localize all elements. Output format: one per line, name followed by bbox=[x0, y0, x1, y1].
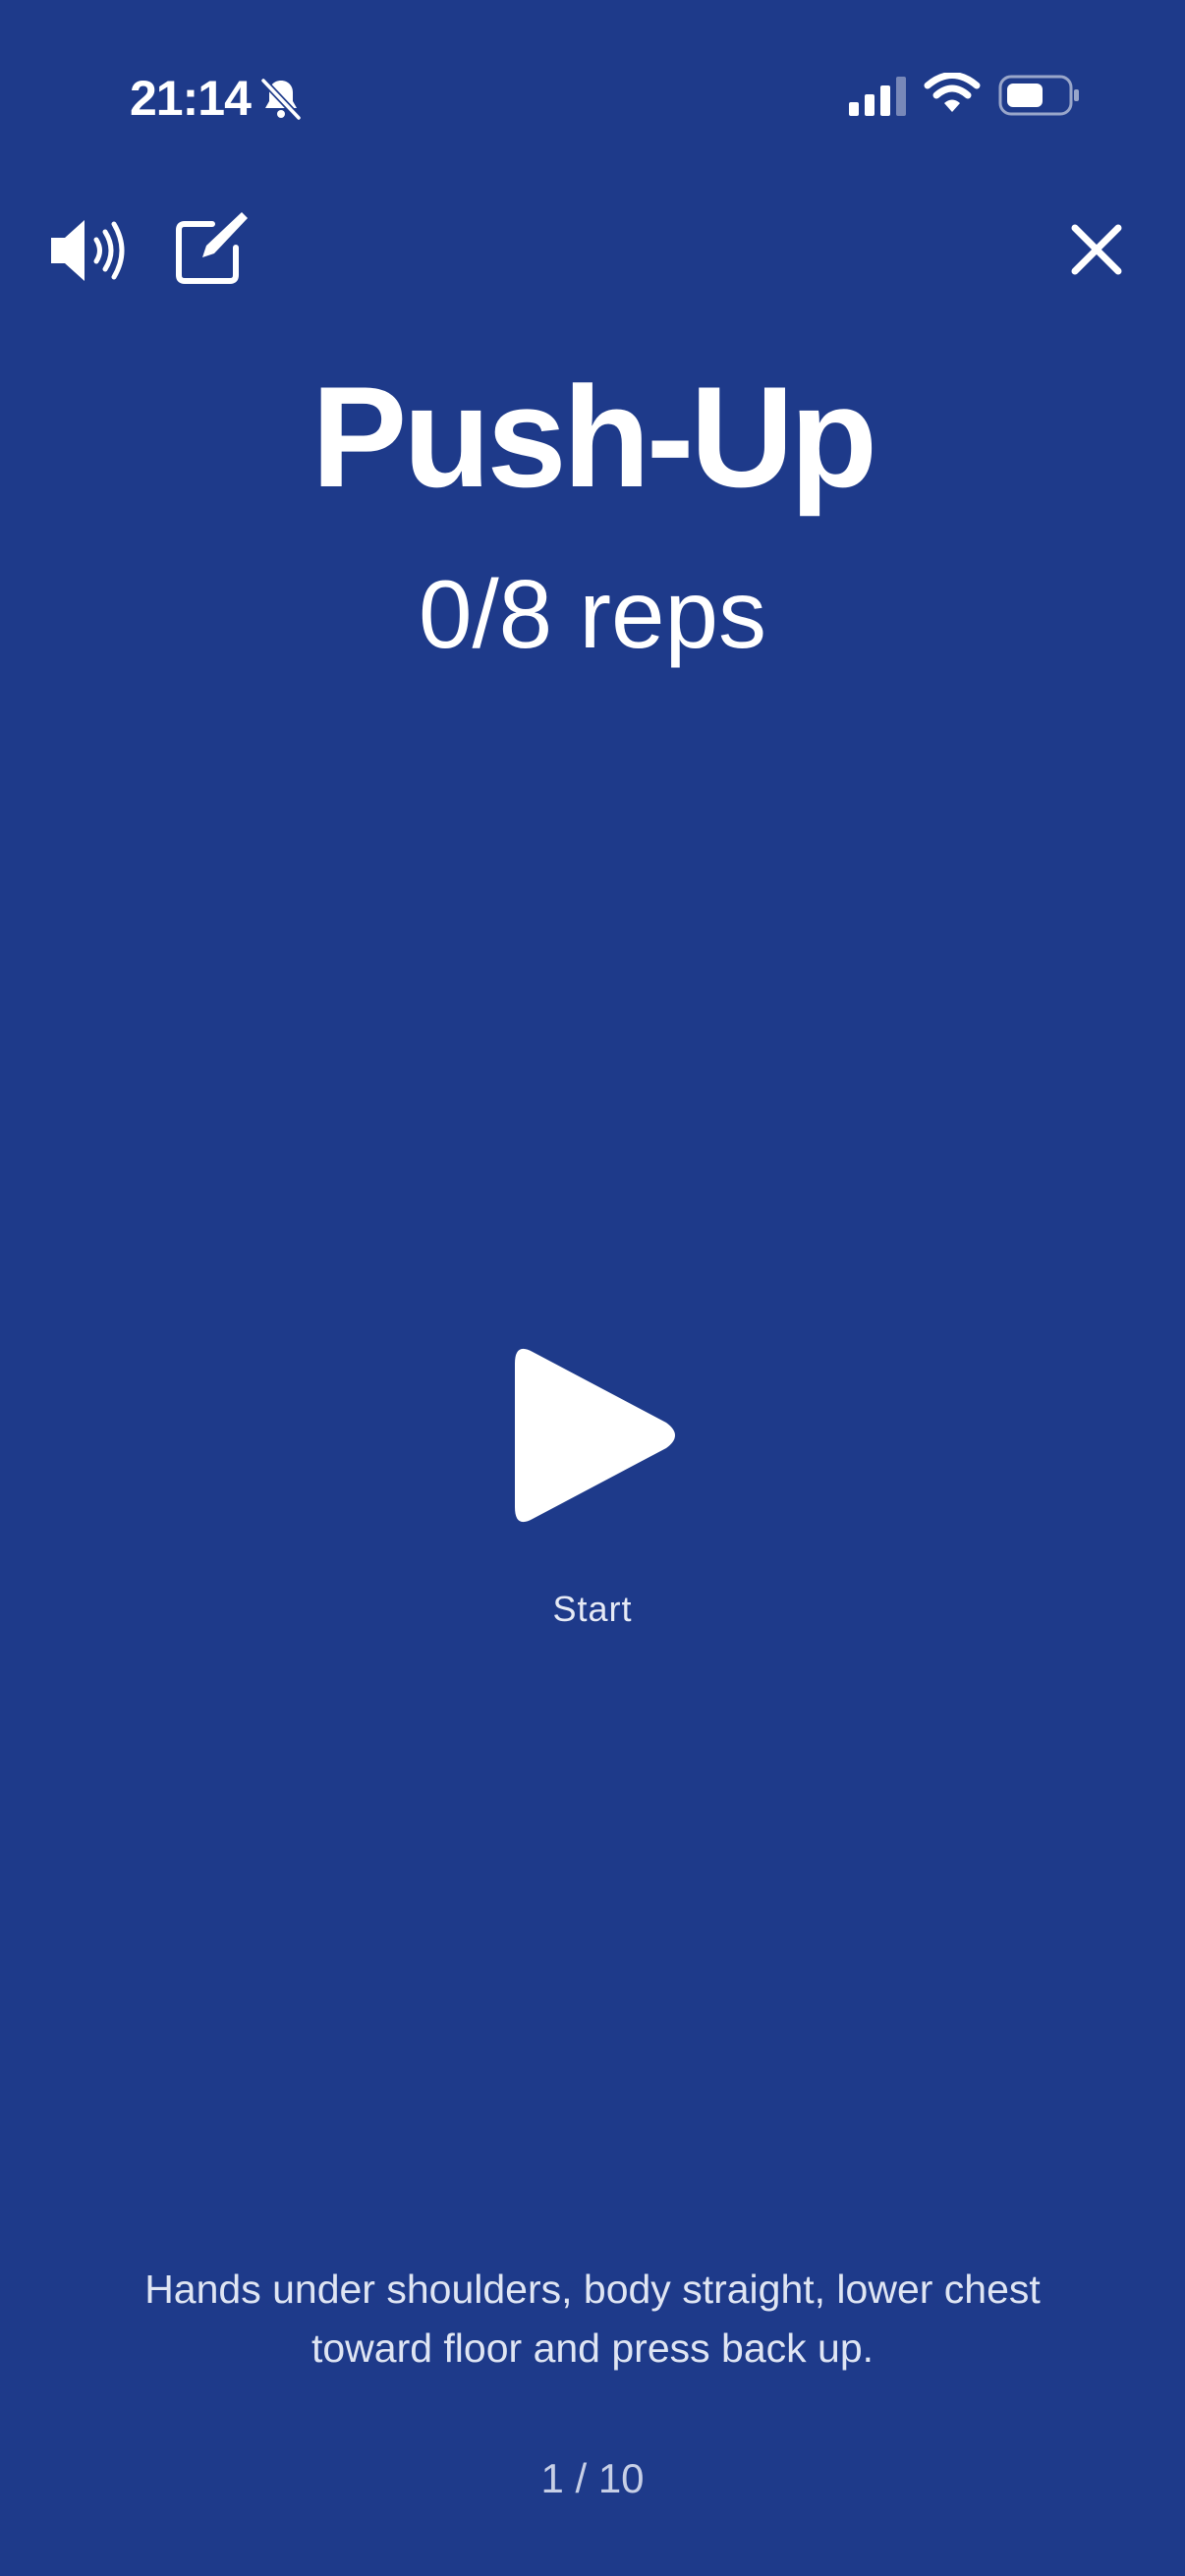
sound-toggle-button[interactable] bbox=[47, 214, 130, 287]
status-time: 21:14 bbox=[130, 71, 252, 126]
start-label[interactable]: Start bbox=[0, 1588, 1185, 1631]
rep-counter: 0/8 reps bbox=[418, 560, 767, 668]
play-icon[interactable] bbox=[511, 1342, 678, 1529]
bell-slash-icon bbox=[260, 78, 302, 121]
page-indicator: 1 / 10 bbox=[540, 2455, 645, 2501]
wifi-icon bbox=[924, 73, 981, 112]
exercise-title: Push-Up bbox=[310, 357, 877, 517]
edit-button[interactable] bbox=[173, 210, 250, 287]
cellular-signal-icon bbox=[849, 77, 906, 116]
exercise-instructions: Hands under shoulders, body straight, lo… bbox=[144, 2267, 1041, 2371]
battery-icon bbox=[998, 75, 1079, 116]
close-button[interactable] bbox=[1069, 222, 1124, 277]
